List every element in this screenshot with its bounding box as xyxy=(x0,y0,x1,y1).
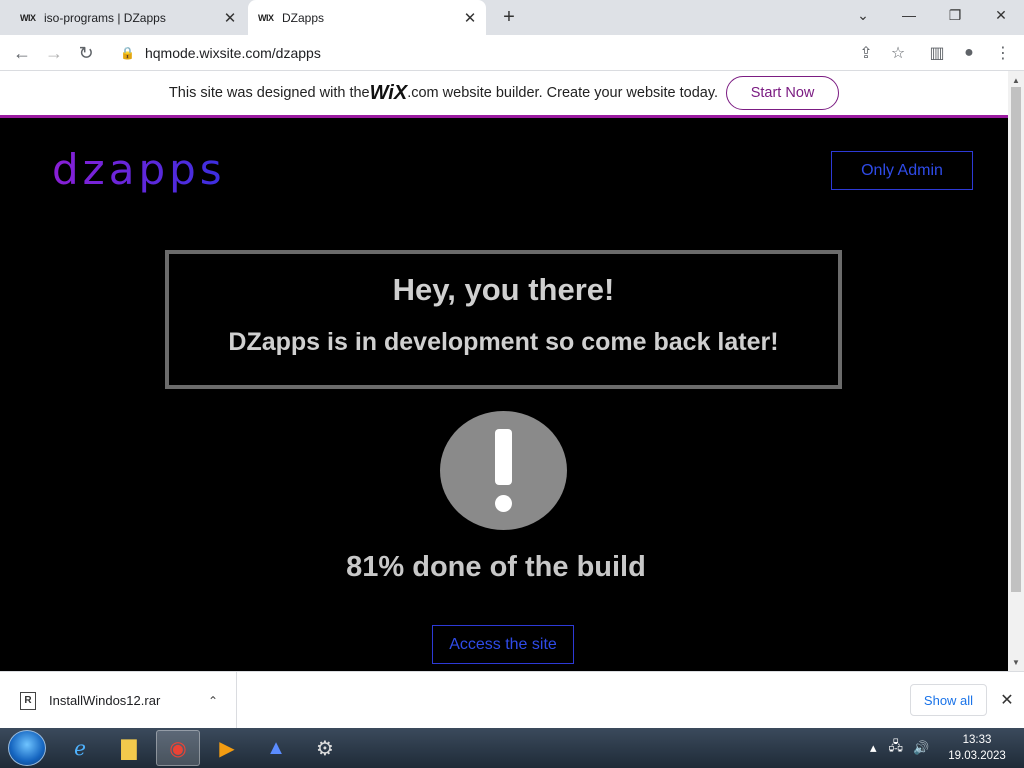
site-logo[interactable]: dzapps xyxy=(52,145,226,194)
close-icon[interactable]: ✕ xyxy=(995,688,1019,712)
tab-title: iso-programs | DZapps xyxy=(44,10,166,25)
scroll-thumb[interactable] xyxy=(1011,87,1021,592)
tab-iso-programs[interactable]: WIX iso-programs | DZapps ✕ xyxy=(0,0,246,35)
rar-file-icon: R xyxy=(20,691,36,710)
browser-toolbar: ← → ↻ 🔒 hqmode.wixsite.com/dzapps ⇪ ☆ ▥ … xyxy=(0,35,1024,71)
wix-favicon-icon: WIX xyxy=(258,12,274,23)
notice-box: Hey, you there! DZapps is in development… xyxy=(165,250,842,389)
address-bar[interactable]: 🔒 hqmode.wixsite.com/dzapps xyxy=(110,38,840,68)
lock-icon: 🔒 xyxy=(120,46,135,60)
chevron-up-icon[interactable]: ⌃ xyxy=(208,694,218,708)
minimize-button[interactable]: — xyxy=(886,0,932,30)
forward-button[interactable]: → xyxy=(40,39,68,67)
access-site-button[interactable]: Access the site xyxy=(432,625,574,664)
windows-taskbar: ℯ ▇ ◉ ▶ ▲ ⚙ ▴ 🖧 🔊 13:33 19.03.2023 xyxy=(0,728,1024,768)
clock-date: 19.03.2023 xyxy=(948,750,1006,762)
bookmark-star-icon[interactable]: ☆ xyxy=(885,40,911,66)
system-tray: ▴ 🖧 🔊 xyxy=(870,728,929,768)
tab-search-icon[interactable]: ⌄ xyxy=(840,0,886,30)
tab-dzapps[interactable]: WIX DZapps ✕ xyxy=(248,0,486,35)
banner-text-start: This site was designed with the xyxy=(168,85,370,101)
site-page: dzapps Only Admin Hey, you there! DZapps… xyxy=(0,121,1008,671)
volume-icon[interactable]: 🔊 xyxy=(913,740,929,756)
wix-promo-banner: This site was designed with the WiX .com… xyxy=(0,71,1008,118)
reload-button[interactable]: ↻ xyxy=(72,39,100,67)
wix-logo: WiX xyxy=(369,81,408,104)
download-filename: InstallWindos12.rar xyxy=(49,693,161,708)
tab-strip: WIX iso-programs | DZapps ✕ WIX DZapps ✕… xyxy=(0,0,1024,35)
page-scrollbar[interactable]: ▲ ▼ xyxy=(1008,71,1024,671)
network-icon[interactable]: 🖧 xyxy=(889,737,904,759)
wix-favicon-icon: WIX xyxy=(20,12,36,23)
banner-text-end: .com website builder. Create your websit… xyxy=(407,85,719,101)
scroll-down-arrow-icon[interactable]: ▼ xyxy=(1008,655,1024,669)
only-admin-button[interactable]: Only Admin xyxy=(831,151,973,190)
show-all-button[interactable]: Show all xyxy=(910,684,987,716)
close-icon[interactable]: ✕ xyxy=(458,6,482,30)
window-close-button[interactable]: ✕ xyxy=(978,0,1024,30)
notice-subtitle: DZapps is in development so come back la… xyxy=(228,328,779,356)
gear-icon[interactable]: ⚙ xyxy=(303,730,347,766)
tray-expand-icon[interactable]: ▴ xyxy=(870,740,877,756)
url-text: hqmode.wixsite.com/dzapps xyxy=(144,45,321,61)
clock-time: 13:33 xyxy=(962,734,992,746)
close-icon[interactable]: ✕ xyxy=(218,6,242,30)
profile-avatar-icon[interactable]: ● xyxy=(956,40,982,66)
restore-button[interactable]: ❐ xyxy=(932,0,978,30)
exclamation-icon xyxy=(440,411,567,530)
tab-title: DZapps xyxy=(282,10,325,25)
download-shelf: R InstallWindos12.rar ⌃ Show all ✕ xyxy=(0,671,1024,729)
download-item[interactable]: R InstallWindos12.rar ⌃ xyxy=(0,672,237,729)
internet-explorer-icon[interactable]: ℯ xyxy=(58,730,102,766)
app-flame-icon[interactable]: ▲ xyxy=(254,730,298,766)
build-progress-text: 81% done of the build xyxy=(346,551,646,583)
chrome-icon[interactable]: ◉ xyxy=(156,730,200,766)
side-panel-icon[interactable]: ▥ xyxy=(924,40,950,66)
start-button[interactable] xyxy=(8,730,46,766)
menu-kebab-icon[interactable]: ⋮ xyxy=(990,40,1016,66)
share-icon[interactable]: ⇪ xyxy=(853,40,879,66)
media-player-icon[interactable]: ▶ xyxy=(205,730,249,766)
taskbar-clock[interactable]: 13:33 19.03.2023 xyxy=(946,732,1008,764)
scroll-up-arrow-icon[interactable]: ▲ xyxy=(1008,73,1024,87)
new-tab-button[interactable]: + xyxy=(496,4,522,30)
folder-icon[interactable]: ▇ xyxy=(107,730,151,766)
back-button[interactable]: ← xyxy=(8,39,36,67)
notice-title: Hey, you there! xyxy=(392,272,615,307)
start-now-button[interactable]: Start Now xyxy=(726,76,840,110)
